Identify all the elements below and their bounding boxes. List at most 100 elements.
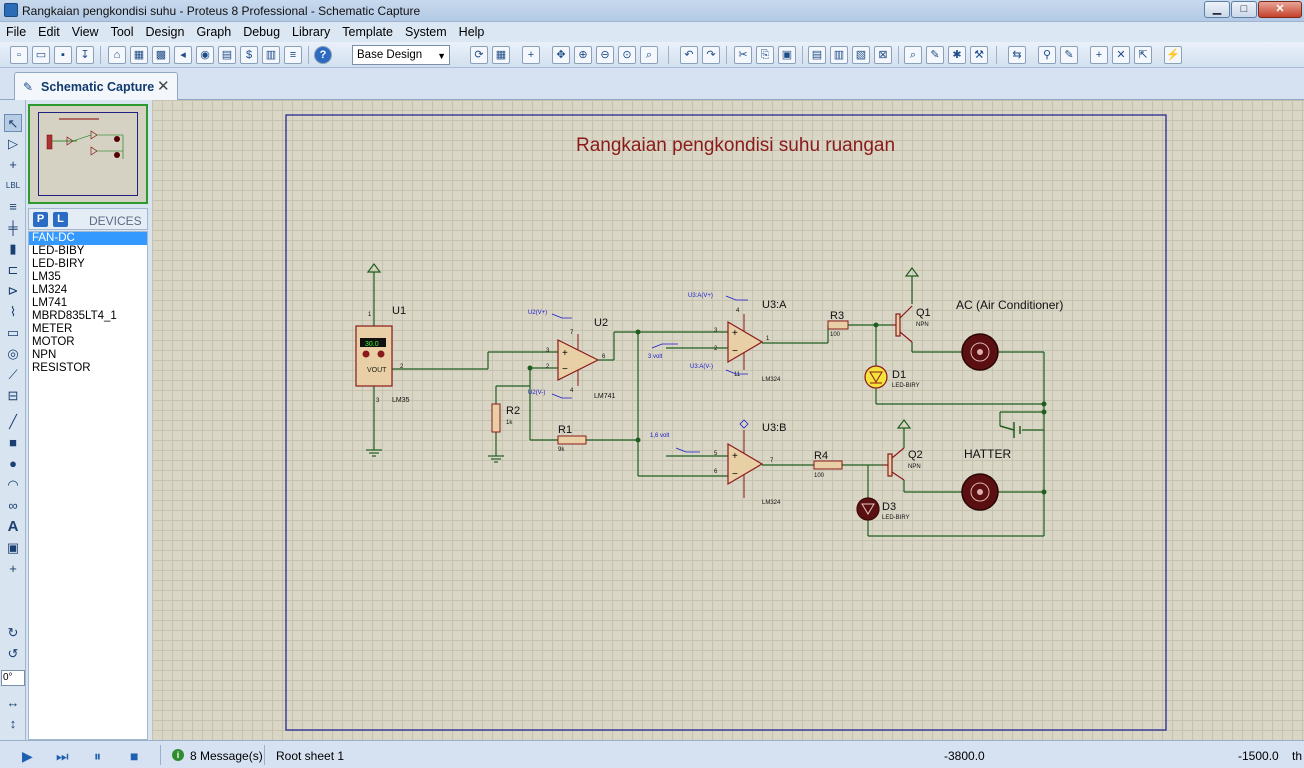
device-item-lm35[interactable]: LM35: [29, 271, 147, 284]
text-script-icon[interactable]: ≡: [4, 198, 22, 216]
import-icon[interactable]: ↧: [76, 46, 94, 64]
voltage-probe-icon[interactable]: ⟋: [4, 366, 22, 384]
path-icon[interactable]: ∞: [4, 497, 22, 515]
component-mode-icon[interactable]: ▷: [4, 135, 22, 153]
device-item-lm324[interactable]: LM324: [29, 284, 147, 297]
zoom-in-icon[interactable]: ⊕: [574, 46, 592, 64]
save-icon[interactable]: ▪: [54, 46, 72, 64]
menu-graph[interactable]: Graph: [190, 25, 237, 39]
device-item-led-biry[interactable]: LED-BIRY: [29, 258, 147, 271]
refresh-icon[interactable]: ⟳: [470, 46, 488, 64]
packaging-tool-icon[interactable]: ✱: [948, 46, 966, 64]
generator-icon[interactable]: ◎: [4, 345, 22, 363]
device-pins-icon[interactable]: ⊳: [4, 282, 22, 300]
grid-toggle-icon[interactable]: ▦: [492, 46, 510, 64]
cut-icon[interactable]: ✂: [734, 46, 752, 64]
3d-viewer-icon[interactable]: ◉: [196, 46, 214, 64]
device-item-motor[interactable]: MOTOR: [29, 336, 147, 349]
origin-icon[interactable]: +: [522, 46, 540, 64]
pick-device-icon[interactable]: ⌕: [904, 46, 922, 64]
menu-file[interactable]: File: [0, 25, 32, 39]
design-explorer-icon[interactable]: ▥: [262, 46, 280, 64]
rotate-anticlockwise-icon[interactable]: ↺: [4, 645, 22, 663]
zoom-all-icon[interactable]: ⊙: [618, 46, 636, 64]
bom-icon[interactable]: $: [240, 46, 258, 64]
remove-sheet-icon[interactable]: ✕: [1112, 46, 1130, 64]
symbol-icon[interactable]: ▣: [4, 539, 22, 557]
menu-design[interactable]: Design: [140, 25, 191, 39]
search-icon[interactable]: ⚲: [1038, 46, 1056, 64]
status-messages[interactable]: 8 Message(s): [190, 749, 263, 763]
zoom-out-icon[interactable]: ⊖: [596, 46, 614, 64]
led-d3[interactable]: [856, 497, 880, 521]
schematic-canvas[interactable]: Rangkaian pengkondisi suhu ruangan 30.0 …: [152, 100, 1304, 740]
play-icon[interactable]: ▶: [22, 748, 33, 765]
tape-recorder-icon[interactable]: ▭: [4, 324, 22, 342]
close-tab-icon[interactable]: ✕: [157, 77, 170, 95]
transistor-q2[interactable]: [882, 447, 905, 481]
line-icon[interactable]: ╱: [4, 413, 22, 431]
menu-debug[interactable]: Debug: [237, 25, 286, 39]
block-move-icon[interactable]: ▥: [830, 46, 848, 64]
opamp-u2[interactable]: + −: [557, 334, 600, 386]
device-item-led-biby[interactable]: LED-BIBY: [29, 245, 147, 258]
menu-tool[interactable]: Tool: [105, 25, 140, 39]
device-item-resistor[interactable]: RESISTOR: [29, 362, 147, 375]
block-delete-icon[interactable]: ⊠: [874, 46, 892, 64]
maximize-button[interactable]: □: [1231, 1, 1257, 18]
gerber-icon[interactable]: ▤: [218, 46, 236, 64]
close-window-button[interactable]: ✕: [1258, 1, 1302, 18]
mirror-y-icon[interactable]: ↕: [4, 715, 22, 733]
buses-icon[interactable]: ╪: [4, 219, 22, 237]
box-icon[interactable]: ■: [4, 434, 22, 452]
redo-icon[interactable]: ↷: [702, 46, 720, 64]
subcircuit-icon[interactable]: ▮: [4, 240, 22, 258]
decompose-icon[interactable]: ⚒: [970, 46, 988, 64]
step-icon[interactable]: ⏭: [56, 748, 69, 765]
minimize-button[interactable]: ▁: [1204, 1, 1230, 18]
make-device-icon[interactable]: ✎: [926, 46, 944, 64]
wire-autorouter-icon[interactable]: ⇆: [1008, 46, 1026, 64]
wire-label-icon[interactable]: LBL: [4, 177, 22, 195]
text-icon[interactable]: A: [4, 518, 22, 536]
motor-hatter[interactable]: [961, 473, 999, 511]
copy-icon[interactable]: ⎘: [756, 46, 774, 64]
junction-dot-icon[interactable]: +: [4, 156, 22, 174]
pcb-icon[interactable]: ▩: [152, 46, 170, 64]
led-d1[interactable]: [864, 365, 888, 389]
menu-system[interactable]: System: [399, 25, 453, 39]
marker-icon[interactable]: +: [4, 560, 22, 578]
device-item-meter[interactable]: METER: [29, 323, 147, 336]
virtual-instrument-icon[interactable]: ⊟: [4, 387, 22, 405]
rotate-clockwise-icon[interactable]: ↻: [4, 624, 22, 642]
resistor-r4[interactable]: [813, 460, 843, 470]
graph-mode-icon[interactable]: ⌇: [4, 303, 22, 321]
resistor-r2[interactable]: [491, 403, 501, 433]
arc-icon[interactable]: ◠: [4, 476, 22, 494]
mirror-x-icon[interactable]: ↔: [4, 694, 22, 712]
lm35-sensor-u1[interactable]: 30.0 VOUT: [355, 325, 393, 387]
selection-mode-icon[interactable]: ↖: [4, 114, 22, 132]
circle-icon[interactable]: ●: [4, 455, 22, 473]
stop-icon[interactable]: ■: [130, 748, 138, 764]
back-icon[interactable]: ◂: [174, 46, 192, 64]
opamp-u3b[interactable]: + −: [727, 430, 764, 498]
block-copy-icon[interactable]: ▤: [808, 46, 826, 64]
exit-to-parent-icon[interactable]: ⇱: [1134, 46, 1152, 64]
new-file-icon[interactable]: ▫: [10, 46, 28, 64]
new-sheet-icon[interactable]: +: [1090, 46, 1108, 64]
device-item-mbrd835lt4[interactable]: MBRD835LT4_1: [29, 310, 147, 323]
resistor-r3[interactable]: [827, 320, 849, 330]
undo-icon[interactable]: ↶: [680, 46, 698, 64]
opamp-u3a[interactable]: + −: [727, 314, 764, 370]
electrical-rule-check-icon[interactable]: ⚡: [1164, 46, 1182, 64]
property-tool-icon[interactable]: ✎: [1060, 46, 1078, 64]
terminals-icon[interactable]: ⊏: [4, 261, 22, 279]
device-item-fan-dc[interactable]: FAN-DC: [29, 232, 147, 245]
device-item-lm741[interactable]: LM741: [29, 297, 147, 310]
tab-schematic-capture[interactable]: ✎ Schematic Capture ✕: [14, 72, 178, 100]
menu-view[interactable]: View: [66, 25, 105, 39]
battery[interactable]: [999, 422, 1021, 438]
overview-window[interactable]: [28, 104, 148, 204]
pan-icon[interactable]: ✥: [552, 46, 570, 64]
